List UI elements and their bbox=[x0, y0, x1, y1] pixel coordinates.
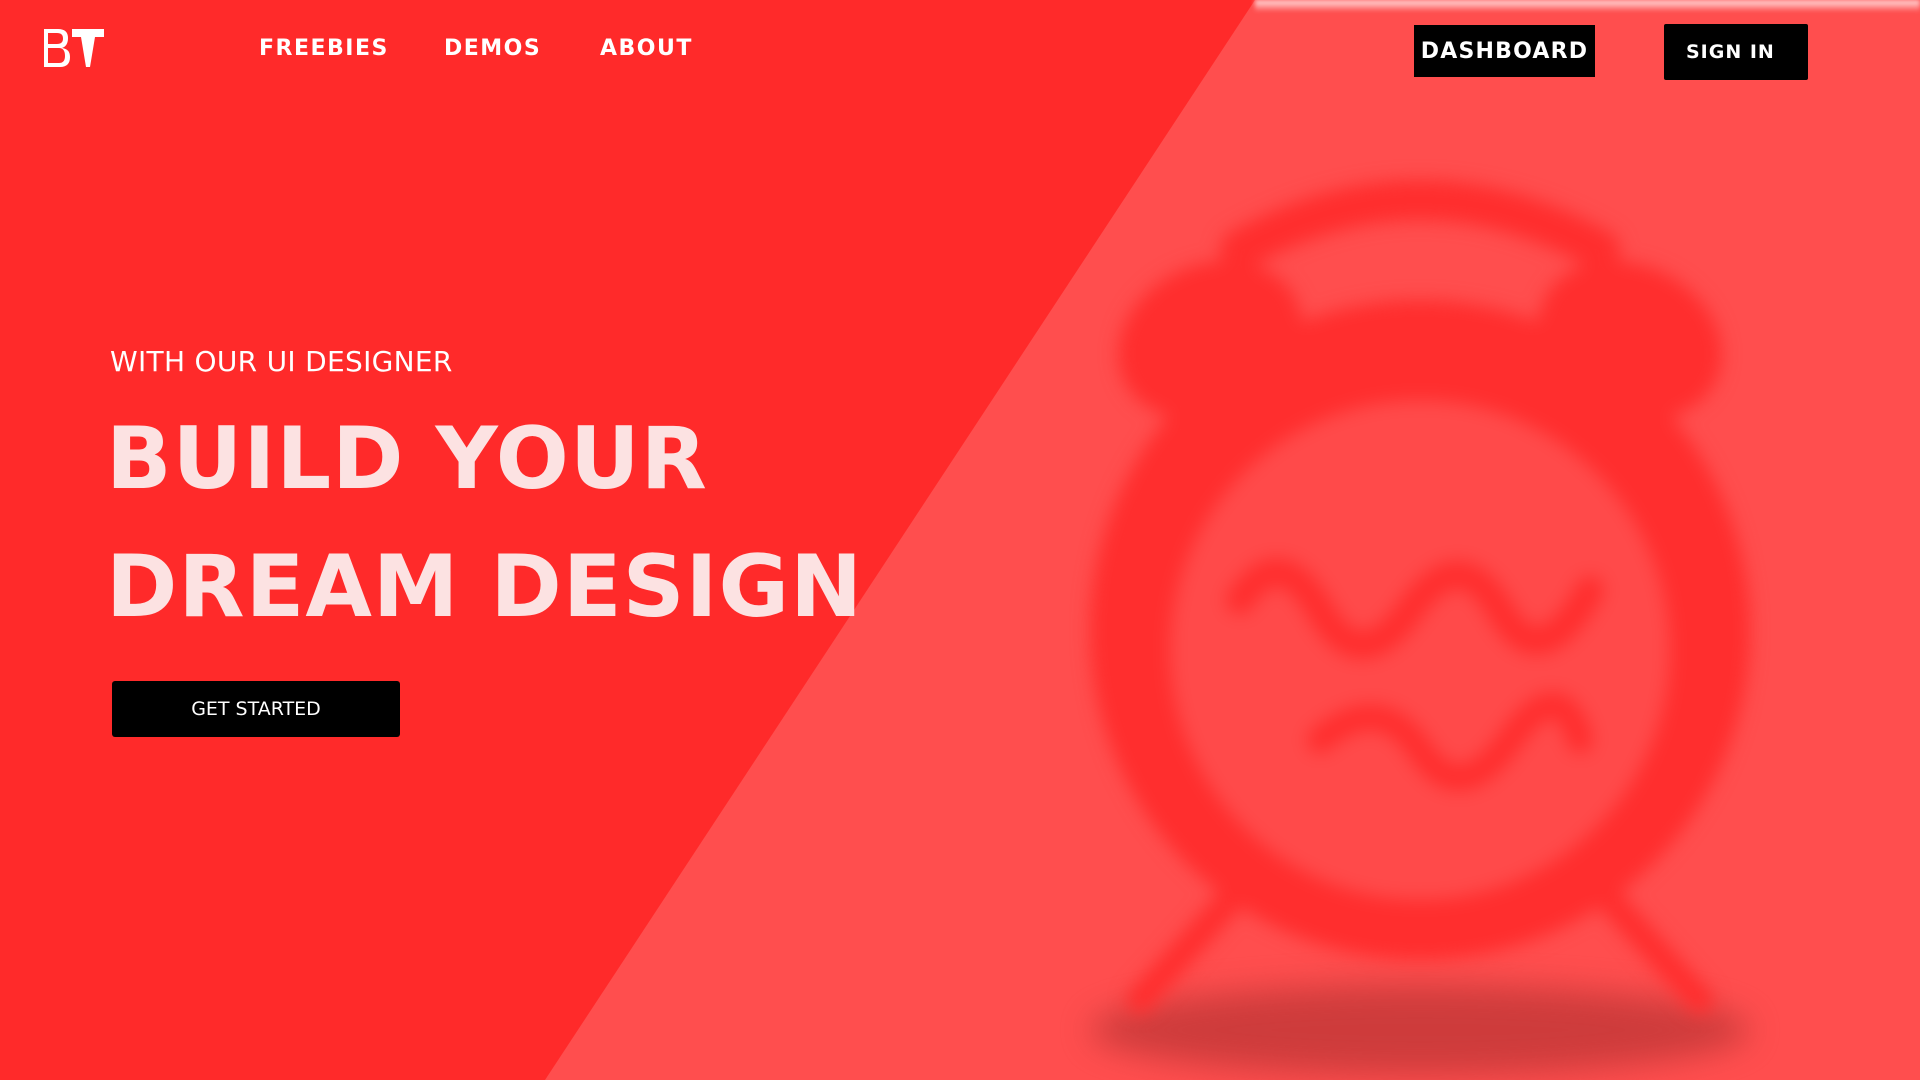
brand-logo[interactable] bbox=[42, 27, 106, 69]
nav-link-demos[interactable]: DEMOS bbox=[444, 36, 600, 61]
dashboard-button[interactable]: DASHBOARD bbox=[1414, 25, 1595, 77]
nav-link-about[interactable]: ABOUT bbox=[600, 36, 693, 61]
hero-headline: BUILD YOUR DREAM DESIGN bbox=[106, 395, 863, 651]
top-edge-fade bbox=[1255, 0, 1920, 12]
bt-logo-icon bbox=[44, 29, 104, 67]
hero-headline-line-1: BUILD YOUR bbox=[106, 409, 708, 509]
hero-headline-line-2: DREAM DESIGN bbox=[106, 537, 864, 637]
hero-subtitle: WITH OUR UI DESIGNER bbox=[110, 345, 453, 378]
nav-link-freebies[interactable]: FREEBIES bbox=[259, 36, 444, 61]
get-started-button[interactable]: GET STARTED bbox=[112, 681, 400, 737]
sign-in-button[interactable]: SIGN IN bbox=[1664, 24, 1808, 80]
main-nav: FREEBIES DEMOS ABOUT bbox=[259, 36, 693, 61]
landing-page: FREEBIES DEMOS ABOUT DASHBOARD SIGN IN W… bbox=[0, 0, 1920, 1080]
alarm-clock-illustration bbox=[1080, 180, 1760, 1060]
